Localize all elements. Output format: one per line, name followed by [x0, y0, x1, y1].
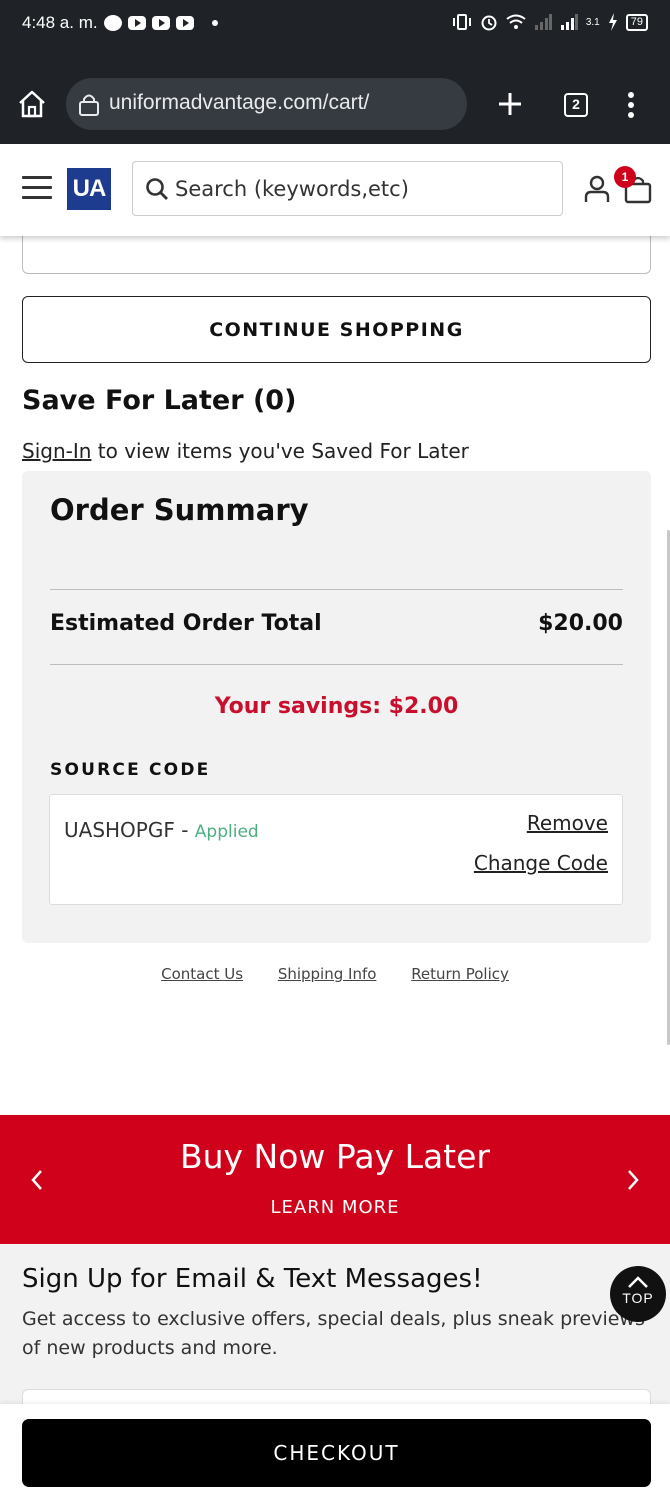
site-logo[interactable]: UA: [67, 168, 111, 210]
remove-code-link[interactable]: Remove: [527, 811, 608, 835]
messenger-icon: [104, 15, 122, 31]
charging-icon: [608, 13, 617, 31]
search-box[interactable]: [132, 161, 563, 216]
search-icon[interactable]: [145, 177, 169, 201]
footer-links: Contact Us Shipping Info Return Policy: [0, 965, 670, 983]
continue-shopping-button[interactable]: CONTINUE SHOPPING: [22, 296, 651, 363]
alarm-icon: [481, 15, 497, 31]
signal-weak-icon: [534, 14, 552, 30]
divider: [50, 664, 623, 665]
source-code-label: SOURCE CODE: [50, 760, 211, 780]
savings-text: Your savings: $2.00: [214, 694, 459, 719]
save-for-later-text: Sign-In to view items you've Saved For L…: [22, 439, 469, 463]
signup-text: Get access to exclusive offers, special …: [22, 1308, 645, 1359]
back-to-top-button[interactable]: TOP: [610, 1266, 666, 1322]
wifi-icon: [506, 14, 526, 29]
source-code-box: UASHOPGF - Applied Remove Change Code: [49, 794, 623, 905]
save-for-later-title: Save For Later (0): [22, 385, 297, 416]
promo-banner: Buy Now Pay Later LEARN MORE: [0, 1115, 670, 1244]
shipping-info-link[interactable]: Shipping Info: [278, 965, 377, 983]
source-code-value: UASHOPGF -: [64, 818, 195, 842]
estimated-total-value: $20.00: [538, 611, 623, 636]
address-bar[interactable]: uniformadvantage.com/cart/: [66, 78, 467, 130]
code-status: Applied: [194, 822, 259, 842]
vibrate-icon: [452, 14, 471, 30]
divider: [50, 589, 623, 590]
battery-level: 79: [625, 13, 648, 31]
status-bar: 4:48 a. m. 3.1 79: [0, 0, 670, 62]
youtube-icon: [152, 16, 170, 30]
signal-icon: [560, 14, 578, 30]
menu-icon[interactable]: [22, 176, 52, 200]
status-time: 4:48 a. m.: [22, 13, 98, 32]
new-tab-icon[interactable]: [494, 88, 526, 120]
more-notifications-icon: [212, 20, 218, 26]
tab-switcher-button[interactable]: 2: [564, 93, 588, 117]
sign-in-link[interactable]: Sign-In: [22, 439, 91, 463]
signup-title: Sign Up for Email & Text Messages!: [22, 1264, 483, 1294]
chevron-up-icon: [628, 1276, 648, 1288]
cart-count-badge[interactable]: 1: [614, 166, 636, 188]
search-input[interactable]: [175, 170, 555, 208]
notification-icons: [104, 15, 218, 31]
network-speed: 3.1: [585, 16, 600, 28]
site-header: UA 1: [0, 144, 670, 236]
applied-code: UASHOPGF - Applied: [64, 818, 259, 842]
contact-us-link[interactable]: Contact Us: [161, 965, 243, 983]
checkout-bar: CHECKOUT: [0, 1404, 670, 1500]
account-icon[interactable]: [584, 175, 610, 203]
home-icon[interactable]: [16, 88, 48, 120]
browser-menu-icon[interactable]: [626, 92, 636, 120]
promo-title: Buy Now Pay Later: [179, 1137, 490, 1176]
learn-more-link[interactable]: LEARN MORE: [0, 1197, 670, 1218]
save-for-later-message: to view items you've Saved For Later: [91, 439, 469, 463]
change-code-link[interactable]: Change Code: [474, 851, 608, 875]
youtube-icon: [128, 16, 146, 30]
lock-icon[interactable]: [78, 92, 100, 116]
youtube-icon: [176, 16, 194, 30]
browser-toolbar: uniformadvantage.com/cart/ 2: [0, 62, 670, 144]
order-summary-title: Order Summary: [50, 493, 309, 527]
order-summary: Order Summary Estimated Order Total $20.…: [22, 471, 651, 943]
system-icons: 3.1 79: [452, 13, 648, 31]
checkout-button[interactable]: CHECKOUT: [22, 1419, 651, 1487]
back-to-top-label: TOP: [622, 1290, 654, 1306]
return-policy-link[interactable]: Return Policy: [411, 965, 509, 983]
chevron-right-icon[interactable]: [622, 1167, 644, 1193]
url-text[interactable]: uniformadvantage.com/cart/: [109, 91, 369, 115]
estimated-total-label: Estimated Order Total: [50, 611, 322, 636]
